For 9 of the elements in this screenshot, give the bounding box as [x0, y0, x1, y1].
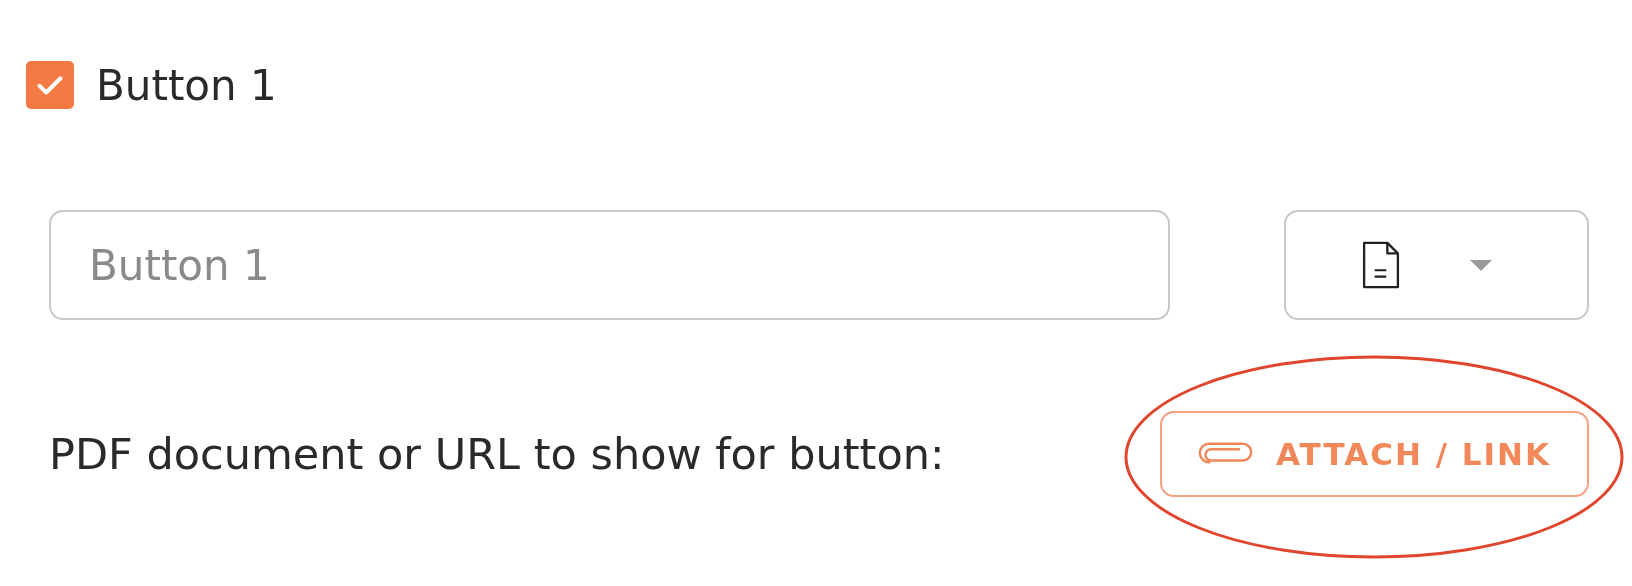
input-field[interactable]: Button 1: [49, 210, 1170, 320]
checkbox[interactable]: [26, 61, 74, 109]
attach-link-button[interactable]: ATTACH / LINK: [1160, 411, 1589, 497]
caret-icon: [1470, 259, 1492, 271]
file-type-dropdown[interactable]: [1284, 210, 1589, 320]
document-icon: [1362, 240, 1400, 290]
attachment-label: PDF document or URL to show for button:: [49, 429, 945, 479]
paperclip-icon: [1198, 441, 1254, 467]
checkbox-label: Button 1: [96, 60, 277, 110]
